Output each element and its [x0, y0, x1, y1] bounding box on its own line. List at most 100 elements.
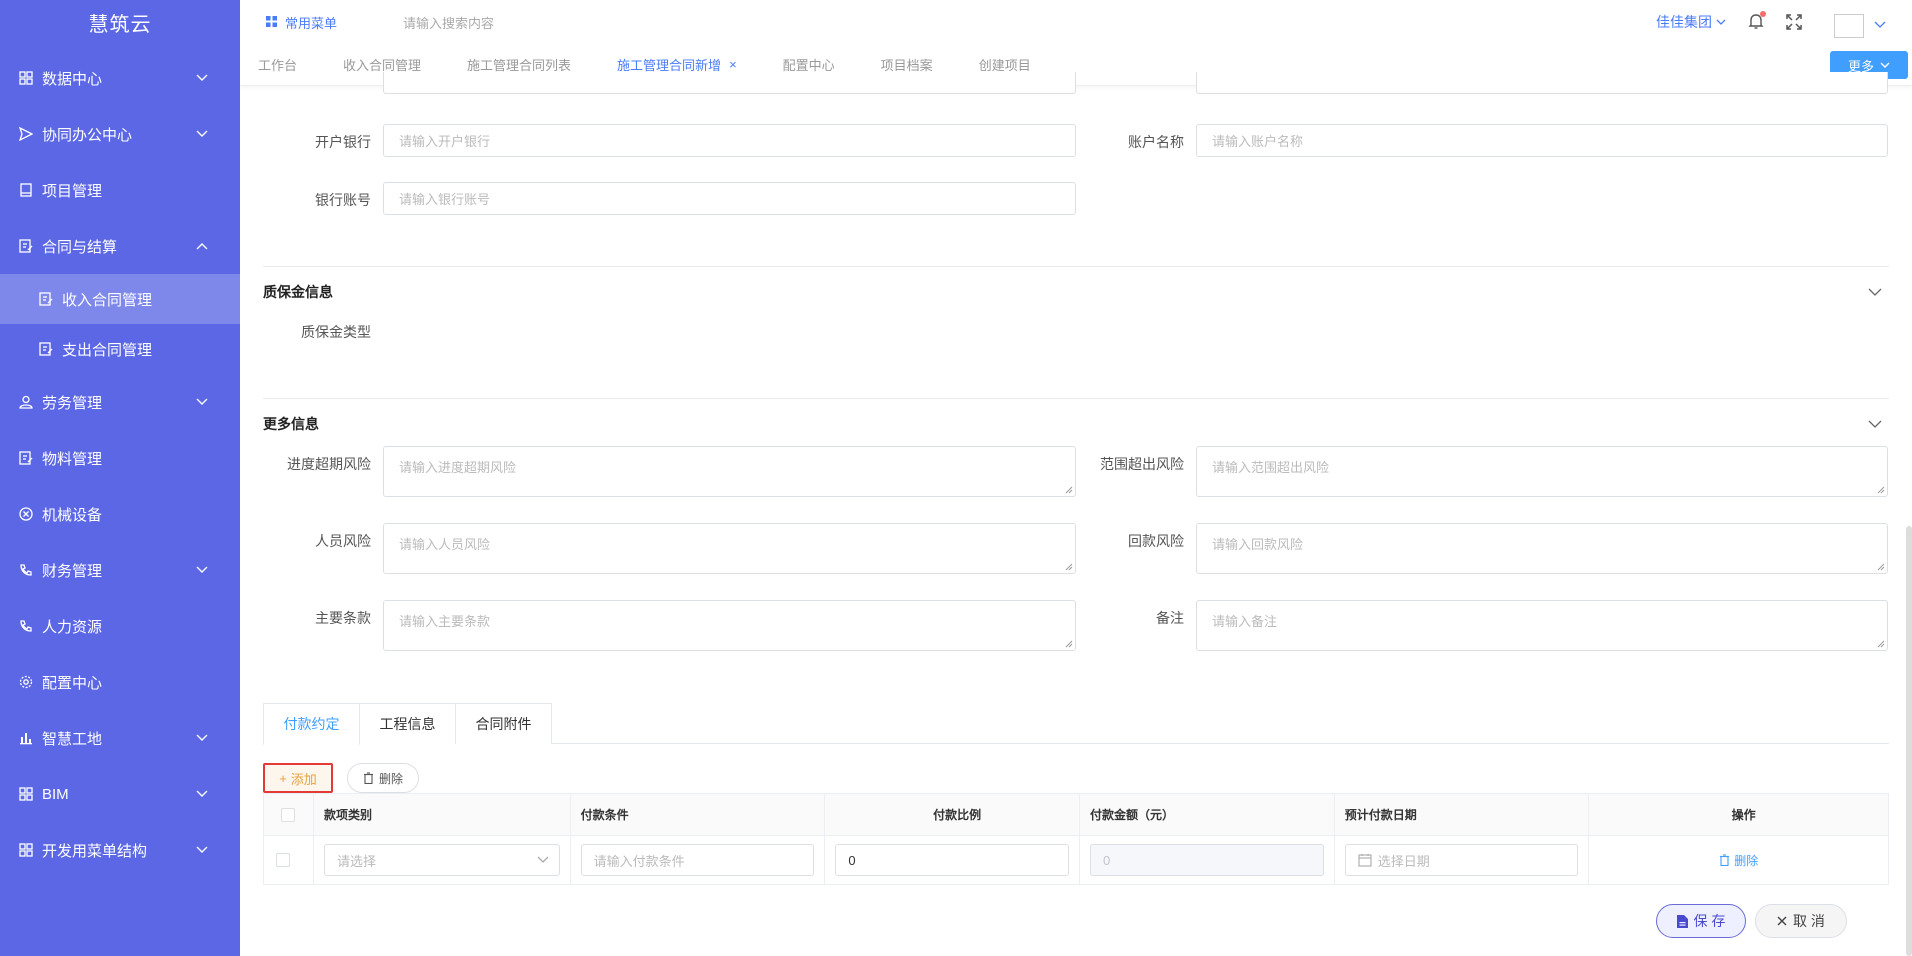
- sidebar-item-label: 数据中心: [42, 70, 103, 88]
- org-name: 佳佳集团: [1656, 14, 1712, 30]
- sidebar-item-contract-settlement[interactable]: 合同与结算: [0, 218, 240, 274]
- org-switcher[interactable]: 佳佳集团: [1656, 12, 1726, 32]
- sidebar-item-label: 项目管理: [42, 182, 103, 200]
- chevron-up-icon: [194, 238, 210, 254]
- row-select-cell: [264, 836, 314, 884]
- chevron-down-icon: [194, 70, 210, 86]
- row-checkbox[interactable]: [276, 853, 291, 867]
- condition-input[interactable]: 请输入付款条件: [580, 844, 815, 876]
- row-delete-button[interactable]: 删除: [1719, 852, 1758, 869]
- column-header: 款项类别: [313, 794, 571, 836]
- date-cell: 选择日期: [1335, 836, 1590, 884]
- select-all-cell: [264, 794, 314, 836]
- sidebar-item-machinery[interactable]: 机械设备: [0, 486, 240, 542]
- delete-button[interactable]: 删除: [347, 763, 419, 793]
- chevron-down-icon: [537, 856, 549, 863]
- sidebar-item-dev-menu[interactable]: 开发用菜单结构: [0, 822, 240, 878]
- sidebar-subitem-income-contract[interactable]: 收入合同管理: [0, 274, 240, 324]
- select-placeholder: 请选择: [336, 853, 376, 869]
- chevron-down-icon: [1716, 19, 1726, 26]
- save-button[interactable]: 保 存: [1656, 904, 1746, 938]
- chevron-down-icon[interactable]: [1874, 16, 1886, 28]
- sidebar-item-label: 智慧工地: [42, 730, 103, 748]
- ratio-cell: 0: [825, 836, 1081, 884]
- sidebar-item-smart-site[interactable]: 智慧工地: [0, 710, 240, 766]
- notification-bell-icon[interactable]: [1748, 11, 1766, 31]
- sidebar-item-label: 机械设备: [42, 506, 103, 524]
- sidebar-item-label: BIM: [42, 785, 69, 803]
- close-icon: [1777, 916, 1787, 926]
- calendar-icon: [1358, 854, 1372, 867]
- send-icon: [18, 126, 34, 142]
- cancel-button[interactable]: 取 消: [1755, 904, 1847, 938]
- main-panel: 常用菜单 请输入搜索内容 佳佳集团 工作台 收入合同管理 施工管理合同列表 施工…: [240, 0, 1912, 956]
- sidebar-item-material-mgmt[interactable]: 物料管理: [0, 430, 240, 486]
- delete-label: 删除: [378, 771, 403, 786]
- document-icon: [1676, 914, 1688, 928]
- tab-label: 合同附件: [475, 716, 532, 732]
- edit-doc-icon: [38, 341, 54, 357]
- sidebar-item-label: 物料管理: [42, 450, 103, 468]
- sidebar-item-labor-mgmt[interactable]: 劳务管理: [0, 374, 240, 430]
- fullscreen-icon[interactable]: [1786, 14, 1802, 30]
- ratio-input[interactable]: 0: [835, 844, 1070, 876]
- notification-dot: [1760, 11, 1766, 17]
- chevron-down-icon: [1880, 62, 1890, 68]
- trash-icon: [363, 772, 373, 784]
- grid-icon: [18, 842, 34, 858]
- edit-doc-icon: [18, 238, 34, 254]
- gear-icon: [18, 674, 34, 690]
- bar-chart-icon: [18, 730, 34, 746]
- global-search-input[interactable]: 请输入搜索内容: [403, 13, 494, 32]
- sidebar-item-label: 协同办公中心: [42, 126, 133, 144]
- category-select[interactable]: 请选择: [323, 844, 560, 876]
- sidebar-subitem-label: 支出合同管理: [62, 341, 153, 359]
- select-all-checkbox[interactable]: [281, 807, 296, 822]
- sidebar-item-finance-mgmt[interactable]: 财务管理: [0, 542, 240, 598]
- chevron-down-icon: [194, 842, 210, 858]
- tab-project-info[interactable]: 工程信息: [359, 703, 456, 744]
- chevron-down-icon: [194, 730, 210, 746]
- sidebar-item-project-mgmt[interactable]: 项目管理: [0, 162, 240, 218]
- sidebar-item-data-center[interactable]: 数据中心: [0, 50, 240, 106]
- plus-icon: +: [279, 770, 287, 786]
- user-icon: [18, 394, 34, 410]
- tab-label: 付款约定: [283, 716, 340, 732]
- grid-icon: [266, 15, 277, 30]
- add-label: 添加: [290, 771, 317, 787]
- amount-cell: 0: [1080, 836, 1335, 884]
- sidebar-item-config-center[interactable]: 配置中心: [0, 654, 240, 710]
- sidebar-item-hr[interactable]: 人力资源: [0, 598, 240, 654]
- amount-input: 0: [1090, 844, 1324, 876]
- tab-payment-terms[interactable]: 付款约定: [263, 703, 360, 745]
- add-button[interactable]: + 添加: [263, 763, 333, 793]
- trash-icon: [1720, 854, 1730, 866]
- sidebar-item-label: 开发用菜单结构: [42, 842, 148, 860]
- payment-table: 款项类别 付款条件 付款比例 付款金额（元） 预计付款日期 操作 请选择 请输入…: [263, 793, 1889, 885]
- phone-icon: [18, 562, 34, 578]
- grid-icon: [18, 786, 34, 802]
- sidebar-subitem-expense-contract[interactable]: 支出合同管理: [0, 324, 240, 374]
- sidebar-item-label: 人力资源: [42, 618, 103, 636]
- avatar[interactable]: [1834, 14, 1864, 38]
- date-placeholder: 选择日期: [1377, 853, 1430, 869]
- sidebar-item-bim[interactable]: BIM: [0, 766, 240, 822]
- column-header: 预计付款日期: [1334, 794, 1590, 836]
- close-icon[interactable]: ×: [729, 57, 737, 72]
- table-row: 请选择 请输入付款条件 0 0 选择日期 删除: [264, 836, 1888, 884]
- column-header: 付款金额（元）: [1080, 794, 1335, 836]
- tab-workbench[interactable]: 工作台: [258, 55, 297, 74]
- sidebar-item-collab-office[interactable]: 协同办公中心: [0, 106, 240, 162]
- favorites-menu[interactable]: 常用菜单: [266, 13, 337, 32]
- app-logo: 慧筑云: [88, 14, 152, 36]
- book-icon: [18, 182, 34, 198]
- sidebar-item-label: 配置中心: [42, 674, 103, 692]
- operation-cell: 删除: [1589, 836, 1888, 884]
- save-label: 保 存: [1693, 913, 1726, 929]
- chevron-down-icon: [194, 394, 210, 410]
- table-header-row: 款项类别 付款条件 付款比例 付款金额（元） 预计付款日期 操作: [264, 794, 1888, 836]
- column-header: 付款比例: [825, 794, 1080, 836]
- date-picker[interactable]: 选择日期: [1344, 844, 1579, 876]
- tab-contract-attachments[interactable]: 合同附件: [455, 703, 552, 744]
- top-bar: 常用菜单 请输入搜索内容 佳佳集团: [240, 0, 1912, 44]
